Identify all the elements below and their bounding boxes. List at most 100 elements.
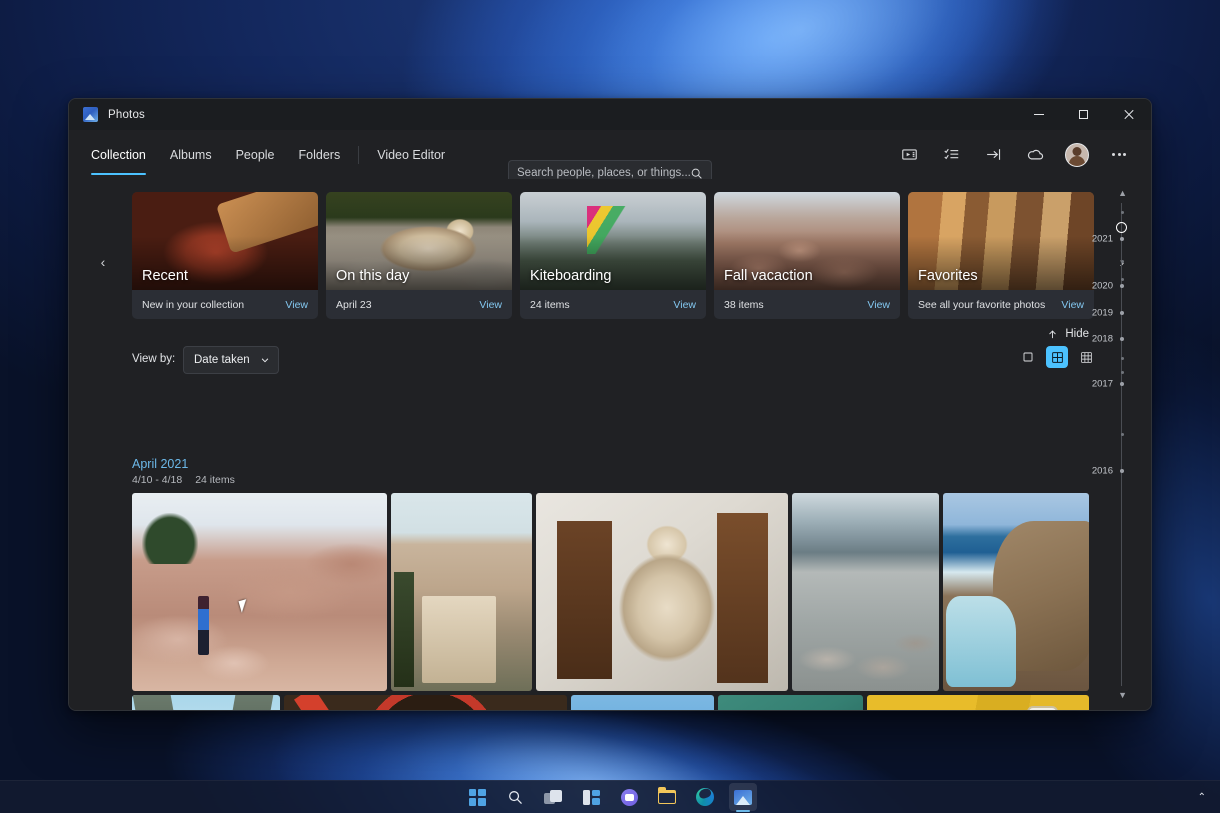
card-subtitle: New in your collection	[142, 298, 245, 311]
timeline-scrubber[interactable]: ▲ ▼ 2021 2020 2019 2018 2017 2016	[1087, 185, 1143, 704]
carousel-card-recent[interactable]: Recent New in your collection View	[132, 192, 318, 319]
view-by-value: Date taken	[194, 354, 250, 366]
photo-paris-rooftops[interactable]	[391, 493, 533, 691]
photo-rocky-beach[interactable]	[791, 493, 939, 691]
card-view-link[interactable]: View	[479, 299, 502, 311]
carousel-card-kiteboarding[interactable]: Kiteboarding 24 items View	[520, 192, 706, 319]
photo-joshua-tree[interactable]	[132, 493, 388, 691]
photo-eiffel-tower[interactable]	[132, 695, 280, 710]
close-button[interactable]	[1106, 99, 1151, 130]
maximize-button[interactable]	[1061, 99, 1106, 130]
zoom-large-icon[interactable]	[1017, 346, 1039, 368]
card-subtitle: April 23	[336, 298, 372, 311]
tab-people[interactable]: People	[224, 130, 287, 179]
carousel-card-on-this-day[interactable]: On this day April 23 View	[326, 192, 512, 319]
card-thumbnail: Recent	[132, 192, 318, 290]
edge-button[interactable]	[691, 783, 719, 811]
search-input[interactable]	[517, 167, 690, 179]
scrubber-year-2021[interactable]: 2021	[1092, 234, 1113, 245]
scrubber-track[interactable]	[1121, 203, 1122, 686]
start-button[interactable]	[463, 783, 491, 811]
tab-video-editor[interactable]: Video Editor	[365, 130, 457, 179]
scrubber-tick	[1120, 237, 1124, 241]
search-taskbar-icon	[508, 790, 522, 804]
card-view-link[interactable]: View	[673, 299, 696, 311]
tray-chevron-up-icon[interactable]: ⌃	[1198, 792, 1206, 803]
scrubber-year-2017[interactable]: 2017	[1092, 379, 1113, 390]
tab-divider	[358, 145, 360, 164]
tab-label: Folders	[298, 147, 341, 162]
scrubber-tick	[1120, 469, 1124, 473]
card-title: Recent	[142, 268, 188, 284]
carousel-card-favorites[interactable]: Favorites See all your favorite photos V…	[908, 192, 1094, 319]
more-options-icon[interactable]	[1103, 139, 1135, 171]
desktop: Photos Collection Albums People Folders …	[0, 0, 1220, 813]
tab-albums[interactable]: Albums	[158, 130, 224, 179]
card-thumbnail: Fall vacaction	[714, 192, 900, 290]
minimize-button[interactable]	[1016, 99, 1061, 130]
card-title: Kiteboarding	[530, 268, 612, 284]
photo-subject	[198, 595, 210, 656]
scrubber-year-2018[interactable]: 2018	[1092, 334, 1113, 345]
photos-app-icon	[83, 107, 98, 122]
search-taskbar-button[interactable]	[501, 783, 529, 811]
scrubber-year-2020[interactable]: 2020	[1092, 281, 1113, 292]
taskbar-icons	[463, 783, 757, 811]
chevron-left-icon: ‹	[100, 254, 106, 270]
minimize-icon	[1033, 114, 1044, 115]
carousel-cards: Recent New in your collection View On th…	[132, 192, 1094, 319]
scrubber-tick	[1120, 337, 1124, 341]
month-title[interactable]: April 2021	[132, 457, 235, 471]
chat-icon	[620, 788, 638, 806]
import-icon[interactable]	[893, 139, 925, 171]
photos-taskbar-icon	[734, 789, 752, 805]
card-footer: 38 items View	[714, 290, 900, 319]
photo-swimmer[interactable]	[717, 695, 864, 710]
account-avatar[interactable]	[1061, 139, 1093, 171]
view-options-bar: Hide View by: Date taken	[69, 328, 1151, 382]
scrubber-tick-minor	[1120, 357, 1124, 360]
photo-dog-on-chair[interactable]	[536, 493, 788, 691]
photo-planter-work[interactable]	[283, 695, 568, 710]
card-view-link[interactable]: View	[1061, 299, 1084, 311]
card-footer: 24 items View	[520, 290, 706, 319]
scrubber-year-2016[interactable]: 2016	[1092, 466, 1113, 477]
widgets-button[interactable]	[577, 783, 605, 811]
view-by-dropdown[interactable]: Date taken	[183, 346, 279, 374]
carousel-prev-button[interactable]: ‹	[90, 242, 116, 282]
onedrive-cloud-icon[interactable]	[1019, 139, 1051, 171]
photo-sea-cliff[interactable]	[942, 493, 1089, 691]
zoom-medium-icon[interactable]	[1046, 346, 1068, 368]
edge-icon	[696, 788, 714, 806]
close-icon	[1124, 110, 1134, 120]
hide-label: Hide	[1065, 328, 1089, 340]
card-title: Fall vacaction	[724, 268, 813, 284]
system-tray: ⌃	[1198, 792, 1206, 803]
maximize-icon	[1079, 110, 1088, 119]
task-view-button[interactable]	[539, 783, 567, 811]
chat-button[interactable]	[615, 783, 643, 811]
card-view-link[interactable]: View	[285, 299, 308, 311]
scrubber-down-arrow[interactable]: ▼	[1118, 691, 1127, 700]
scrubber-thumb[interactable]	[1116, 222, 1127, 233]
card-thumbnail: Favorites	[908, 192, 1094, 290]
scrubber-year-2019[interactable]: 2019	[1092, 308, 1113, 319]
slideshow-icon[interactable]	[977, 139, 1009, 171]
window-controls	[1016, 99, 1151, 130]
file-explorer-button[interactable]	[653, 783, 681, 811]
month-subtitle: 4/10 - 4/18 24 items	[132, 474, 235, 486]
photo-carnival-ride[interactable]	[571, 695, 714, 710]
task-view-icon	[544, 789, 562, 805]
scrubber-tick-minor	[1120, 371, 1124, 374]
tab-folders[interactable]: Folders	[287, 130, 353, 179]
scrubber-up-arrow[interactable]: ▲	[1118, 189, 1127, 198]
nav-tabs: Collection Albums People Folders Video E…	[69, 130, 457, 179]
photos-taskbar-button[interactable]	[729, 783, 757, 811]
carousel-card-fall-vacation[interactable]: Fall vacaction 38 items View	[714, 192, 900, 319]
tab-collection[interactable]: Collection	[79, 130, 158, 179]
card-view-link[interactable]: View	[867, 299, 890, 311]
scrubber-tick	[1120, 382, 1124, 386]
select-list-icon[interactable]	[935, 139, 967, 171]
photo-pena-palace[interactable]	[867, 695, 1089, 710]
card-title: Favorites	[918, 268, 978, 284]
